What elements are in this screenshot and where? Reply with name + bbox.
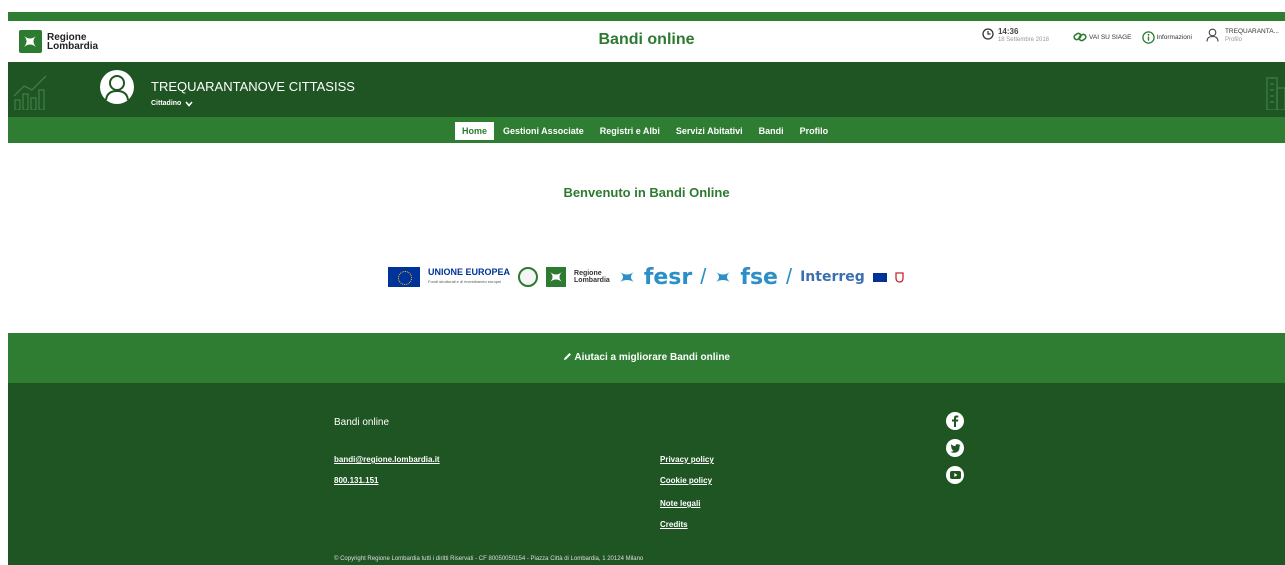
interreg-eu-flag-icon bbox=[872, 272, 887, 282]
nav-item-registri-e-albi[interactable]: Registri e Albi bbox=[593, 122, 667, 140]
nav-item-gestioni-associate[interactable]: Gestioni Associate bbox=[496, 122, 591, 140]
header: Regione Lombardia Bandi online 14:36 18 … bbox=[8, 21, 1285, 62]
credits-link[interactable]: Credits bbox=[660, 520, 688, 529]
rl-line1: Regione bbox=[574, 270, 602, 277]
user-icon bbox=[1206, 28, 1219, 42]
feedback-link[interactable]: Aiutaci a migliorare Bandi online bbox=[8, 352, 1285, 363]
feedback-band: Aiutaci a migliorare Bandi online bbox=[8, 333, 1285, 383]
youtube-icon bbox=[949, 471, 961, 479]
fesr-logo-text: fesr bbox=[643, 264, 693, 290]
main-nav: Home Gestioni Associate Registri e Albi … bbox=[8, 117, 1285, 143]
clock-date: 18 Settembre 2018 bbox=[997, 37, 1050, 43]
chevron-down-icon bbox=[185, 100, 193, 107]
user-role-label: Cittadino bbox=[151, 100, 182, 107]
page-frame: Regione Lombardia Bandi online 14:36 18 … bbox=[8, 12, 1285, 565]
regione-lombardia-mark-icon bbox=[546, 267, 567, 287]
buildings-decoration-icon bbox=[1266, 77, 1285, 110]
logo-slash-1: / bbox=[700, 264, 707, 289]
footer-title: Bandi online bbox=[334, 417, 390, 428]
eu-subtitle: Fondi strutturali e di investimento euro… bbox=[428, 279, 502, 284]
top-stripe bbox=[8, 12, 1285, 21]
nav-items: Home Gestioni Associate Registri e Albi … bbox=[455, 122, 837, 140]
fse-logo-text: fse bbox=[740, 264, 778, 290]
header-user-name: TREQUARANTA... bbox=[1224, 28, 1279, 35]
clock-text: 14:36 18 Settembre 2018 bbox=[998, 28, 1049, 44]
header-user-profile: Profilo bbox=[1224, 37, 1242, 43]
nav-item-home[interactable]: Home bbox=[455, 122, 495, 140]
cookie-policy-link[interactable]: Cookie policy bbox=[660, 476, 712, 485]
facebook-button[interactable] bbox=[946, 412, 964, 430]
rl-line2: Lombardia bbox=[574, 277, 610, 284]
header-user-menu[interactable]: TREQUARANTA... Profilo bbox=[1206, 28, 1279, 44]
chart-decoration-icon bbox=[13, 75, 47, 110]
pencil-icon bbox=[563, 353, 571, 360]
link-icon bbox=[1073, 32, 1087, 42]
twitter-icon bbox=[949, 443, 960, 453]
interreg-shield-icon bbox=[895, 271, 904, 283]
siage-link-label: VAI SU SIAGE bbox=[1089, 33, 1132, 41]
feedback-label: Aiutaci a migliorare Bandi online bbox=[574, 352, 730, 363]
logo-slash-2: / bbox=[785, 264, 793, 289]
header-right: 14:36 18 Settembre 2018 VAI SU SIAGE Inf… bbox=[982, 28, 1279, 44]
eu-flag-icon bbox=[388, 267, 420, 287]
user-band: TREQUARANTANOVE CITTASISS Cittadino bbox=[8, 62, 1285, 117]
youtube-button[interactable] bbox=[946, 466, 964, 484]
regione-lombardia-logo-text: Regione Lombardia bbox=[574, 270, 610, 284]
legal-notes-link[interactable]: Note legali bbox=[660, 499, 700, 508]
clock-time: 14:36 bbox=[997, 27, 1019, 36]
welcome-heading: Benvenuto in Bandi Online bbox=[563, 185, 730, 200]
interreg-logo-text: Interreg bbox=[800, 269, 865, 285]
user-full-name: TREQUARANTANOVE CITTASISS bbox=[151, 79, 355, 94]
clock: 14:36 18 Settembre 2018 bbox=[982, 28, 1049, 44]
user-role-dropdown[interactable]: Cittadino bbox=[151, 100, 193, 107]
footer-email-link[interactable]: bandi@regione.lombardia.it bbox=[334, 455, 440, 464]
copyright-text: © Copyright Regione Lombardia tutti i di… bbox=[334, 556, 644, 562]
info-link-label: Informazioni bbox=[1156, 34, 1192, 41]
siage-link[interactable]: VAI SU SIAGE bbox=[1073, 31, 1132, 43]
avatar-user-icon bbox=[105, 75, 129, 101]
privacy-policy-link[interactable]: Privacy policy bbox=[660, 455, 714, 464]
footer-phone-link[interactable]: 800.131.151 bbox=[334, 476, 379, 485]
eu-logo-text: UNIONE EUROPEA Fondi strutturali e di in… bbox=[428, 268, 510, 286]
header-user-text: TREQUARANTA... Profilo bbox=[1225, 28, 1279, 44]
twitter-button[interactable] bbox=[946, 439, 964, 457]
footer: Bandi online bandi@regione.lombardia.it … bbox=[8, 383, 1285, 565]
fesr-mark-icon bbox=[619, 272, 634, 282]
user-avatar[interactable] bbox=[100, 70, 134, 104]
info-link[interactable]: Informazioni bbox=[1141, 31, 1192, 44]
clock-icon bbox=[982, 28, 994, 40]
eu-title: UNIONE EUROPEA bbox=[428, 267, 511, 277]
facebook-icon bbox=[952, 415, 959, 427]
italian-republic-emblem-icon bbox=[518, 267, 539, 287]
info-icon bbox=[1141, 31, 1155, 44]
fse-mark-icon bbox=[716, 272, 731, 282]
nav-item-profilo[interactable]: Profilo bbox=[793, 122, 836, 140]
nav-item-bandi[interactable]: Bandi bbox=[752, 122, 791, 140]
funding-logos: UNIONE EUROPEA Fondi strutturali e di in… bbox=[388, 264, 928, 290]
nav-item-servizi-abitativi[interactable]: Servizi Abitativi bbox=[669, 122, 750, 140]
